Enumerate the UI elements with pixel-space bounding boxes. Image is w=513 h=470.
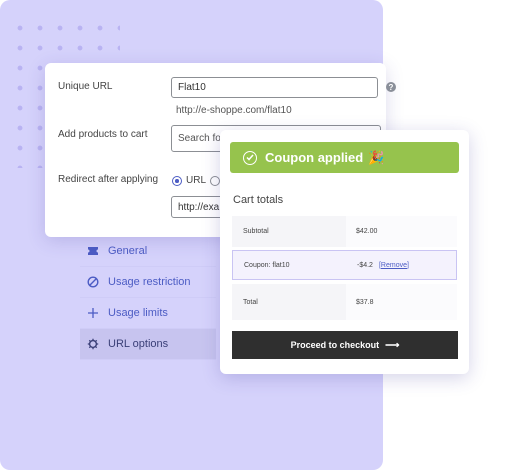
cart-totals-card: Coupon applied 🎉 Cart totals Subtotal $4… [220,130,469,374]
party-popper-icon: 🎉 [368,149,385,165]
tab-label: Usage restriction [108,276,191,288]
unique-url-label: Unique URL [58,81,113,92]
coupon-applied-banner: Coupon applied 🎉 [230,142,459,173]
plus-icon [86,306,100,320]
row-value: $37.8 [346,284,457,320]
add-products-label: Add products to cart [58,129,148,140]
table-row-coupon: Coupon: flat10 -$4.2 [Remove] [232,250,457,280]
row-label: Total [232,284,346,320]
redirect-label: Redirect after applying [58,174,159,185]
unique-url-hint: http://e-shoppe.com/flat10 [176,105,292,116]
row-label: Subtotal [232,216,346,247]
tab-label: Usage limits [108,307,168,319]
ban-icon [86,275,100,289]
cart-totals-title: Cart totals [233,194,284,206]
row-label: Coupon: flat10 [233,251,347,279]
coupon-tabs: General Usage restriction Usage limits U… [80,236,216,360]
proceed-to-checkout-button[interactable]: Proceed to checkout ⟶ [232,331,458,359]
table-row: Subtotal $42.00 [232,216,457,247]
help-icon[interactable]: ? [386,82,396,92]
row-value: -$4.2 [357,261,373,269]
check-circle-icon [243,150,257,165]
unique-url-input[interactable]: Flat10 [171,77,378,98]
tab-usage-restriction[interactable]: Usage restriction [80,267,216,298]
gear-icon [86,337,100,351]
redirect-other-radio[interactable] [210,176,220,186]
tab-general[interactable]: General [80,236,216,267]
tab-label: URL options [108,338,169,350]
row-value: $42.00 [346,216,457,247]
banner-text: Coupon applied [265,150,364,165]
tab-usage-limits[interactable]: Usage limits [80,298,216,329]
remove-coupon-link[interactable]: [Remove] [379,262,409,269]
checkout-label: Proceed to checkout [290,340,380,350]
table-row: Total $37.8 [232,284,457,320]
redirect-url-radio[interactable] [172,176,182,186]
ticket-icon [86,244,100,258]
tab-label: General [108,245,148,257]
tab-url-options[interactable]: URL options [80,329,216,360]
redirect-url-radio-label: URL [186,175,207,186]
arrow-right-icon: ⟶ [385,339,400,351]
